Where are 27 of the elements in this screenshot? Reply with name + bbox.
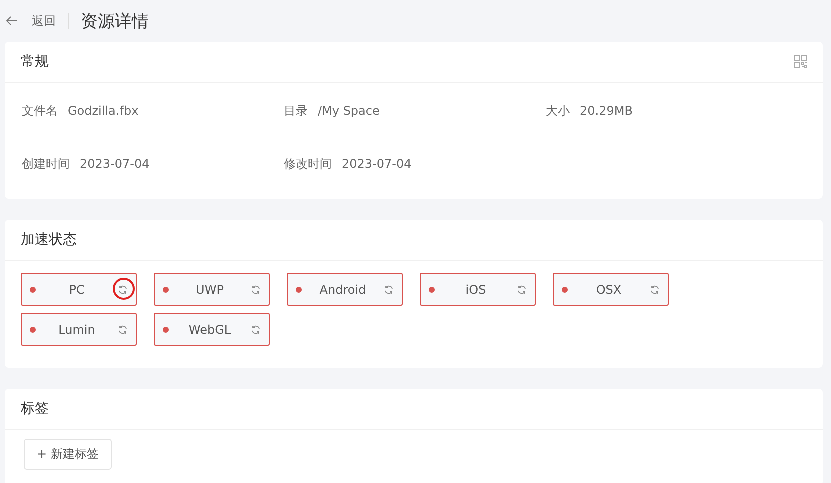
refresh-icon[interactable] xyxy=(650,284,660,294)
new-tag-button[interactable]: + 新建标签 xyxy=(24,439,112,470)
qr-code-icon[interactable] xyxy=(794,55,808,69)
info-field: 大小 20.29MB xyxy=(546,103,807,120)
platform-name: Android xyxy=(318,282,368,296)
platform-name: Lumin xyxy=(58,322,96,336)
section-title: 标签 xyxy=(21,400,49,418)
platform-name: UWP xyxy=(195,282,225,296)
platform-name: iOS xyxy=(464,282,488,296)
back-link[interactable]: 返回 xyxy=(26,13,69,29)
info-field: 目录 /My Space xyxy=(284,103,546,120)
platform-name: PC xyxy=(68,282,86,296)
refresh-icon[interactable] xyxy=(251,284,261,294)
platform-name: WebGL xyxy=(188,322,232,336)
section-title: 常规 xyxy=(21,53,49,71)
refresh-icon[interactable] xyxy=(118,324,128,334)
info-field: 修改时间 2023-07-04 xyxy=(284,156,546,173)
refresh-icon[interactable] xyxy=(517,284,527,294)
section-title: 加速状态 xyxy=(21,231,77,249)
refresh-icon[interactable] xyxy=(118,284,128,294)
refresh-icon[interactable] xyxy=(251,324,261,334)
platform-name: OSX xyxy=(595,282,623,296)
page-title: 资源详情 xyxy=(81,10,149,32)
back-arrow-icon[interactable] xyxy=(6,15,18,27)
refresh-icon[interactable] xyxy=(384,284,394,294)
info-field: 文件名 Godzilla.fbx xyxy=(22,103,284,120)
info-field: 创建时间 2023-07-04 xyxy=(22,156,284,173)
